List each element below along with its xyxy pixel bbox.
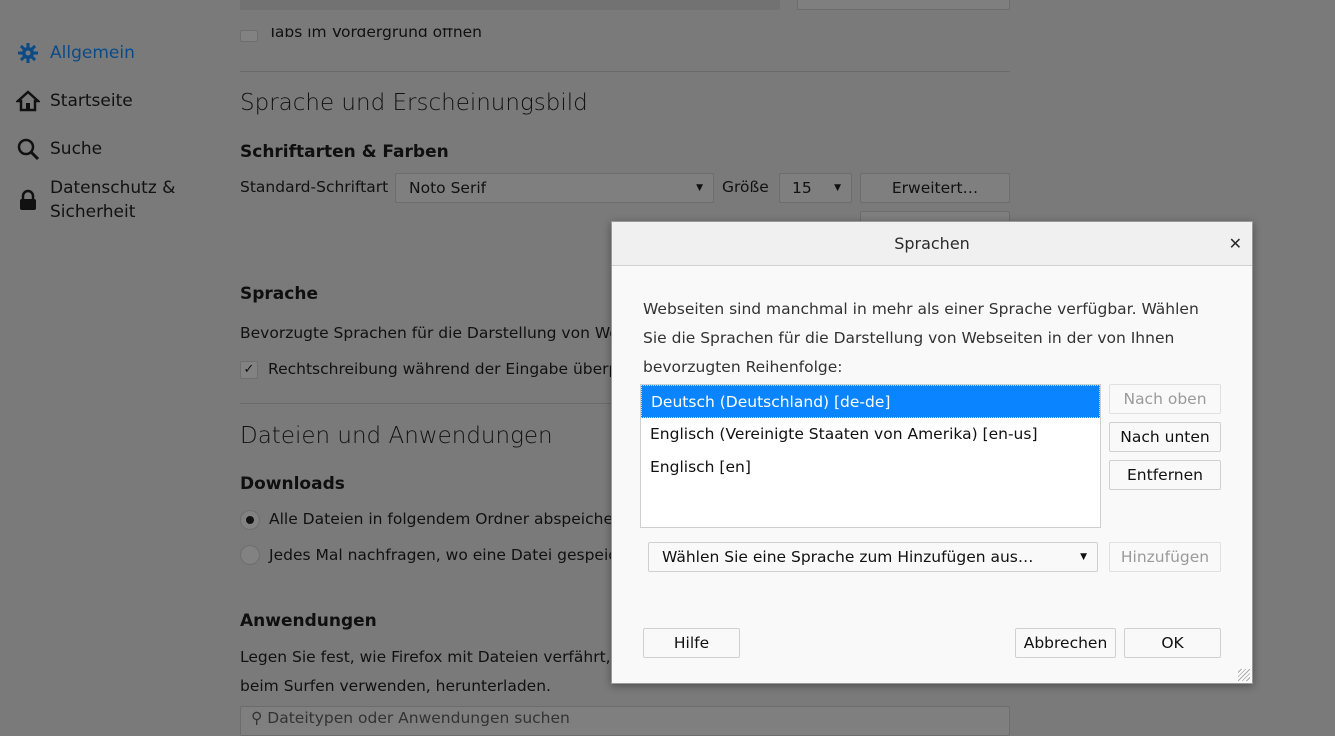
apps-heading: Anwendungen bbox=[240, 611, 377, 631]
default-font-label: Standard-Schriftart bbox=[240, 178, 389, 196]
default-font-select[interactable]: Noto Serif ▼ bbox=[395, 173, 714, 203]
resize-grip-icon[interactable] bbox=[1238, 669, 1250, 681]
size-label: Größe bbox=[722, 178, 769, 196]
dropdown-arrow-icon: ▼ bbox=[1080, 552, 1087, 562]
language-list[interactable]: Deutsch (Deutschland) [de-de] Englisch (… bbox=[640, 384, 1101, 528]
dropdown-arrow-icon: ▼ bbox=[696, 183, 703, 193]
divider bbox=[240, 71, 1010, 72]
apps-search-input[interactable]: ⚲ Dateitypen oder Anwendungen suchen bbox=[240, 706, 1010, 736]
language-item[interactable]: Englisch [en] bbox=[641, 451, 1100, 484]
fonts-heading: Schriftarten & Farben bbox=[240, 142, 449, 162]
sidebar-item-privacy[interactable]: Datenschutz & Sicherheit bbox=[16, 176, 175, 224]
spellcheck-label: Rechtschreibung während der Eingabe über… bbox=[268, 360, 660, 378]
sidebar-item-general[interactable]: Allgemein bbox=[16, 41, 135, 65]
dialog-description: Webseiten sind manchmal in mehr als eine… bbox=[643, 300, 1199, 376]
gear-icon bbox=[18, 43, 38, 63]
move-up-button[interactable]: Nach oben bbox=[1109, 384, 1221, 414]
add-button[interactable]: Hinzufügen bbox=[1109, 542, 1221, 572]
apps-search-placeholder: Dateitypen oder Anwendungen suchen bbox=[267, 709, 570, 727]
default-font-value: Noto Serif bbox=[409, 179, 487, 197]
cancel-button[interactable]: Abbrechen bbox=[1015, 628, 1116, 658]
section-title-language: Sprache und Erscheinungsbild bbox=[240, 90, 588, 116]
ask-radio[interactable] bbox=[240, 545, 260, 565]
ok-button[interactable]: OK bbox=[1124, 628, 1221, 658]
language-heading: Sprache bbox=[240, 284, 318, 304]
sidebar-item-search[interactable]: Suche bbox=[16, 137, 102, 161]
tabs-checkbox[interactable] bbox=[240, 30, 258, 42]
dialog-title: Sprachen bbox=[894, 234, 970, 253]
add-language-value: Wählen Sie eine Sprache zum Hinzufügen a… bbox=[662, 548, 1034, 566]
add-language-select[interactable]: Wählen Sie eine Sprache zum Hinzufügen a… bbox=[648, 542, 1098, 572]
dialog-header: Sprachen ✕ bbox=[612, 222, 1252, 266]
tabs-checkbox-label: Tabs im Vordergrund öffnen bbox=[268, 28, 483, 41]
close-icon[interactable]: ✕ bbox=[1229, 222, 1242, 265]
language-item[interactable]: Deutsch (Deutschland) [de-de] bbox=[641, 385, 1100, 418]
save-radio-label: Alle Dateien in folgendem Ordner abspeic… bbox=[269, 510, 629, 528]
language-item[interactable]: Englisch (Vereinigte Staaten von Amerika… bbox=[641, 418, 1100, 451]
languages-dialog: Sprachen ✕ Webseiten sind manchmal in meh… bbox=[611, 221, 1253, 684]
downloads-heading: Downloads bbox=[240, 474, 345, 494]
sidebar-item-home[interactable]: Startseite bbox=[16, 89, 133, 113]
apps-description: Legen Sie fest, wie Firefox mit Dateien … bbox=[240, 648, 668, 666]
truncated-row bbox=[240, 0, 780, 10]
move-down-button[interactable]: Nach unten bbox=[1109, 422, 1221, 452]
advanced-button[interactable]: Erweitert… bbox=[860, 173, 1010, 203]
save-radio[interactable] bbox=[240, 510, 260, 530]
section-title-files: Dateien und Anwendungen bbox=[240, 423, 553, 449]
sidebar-item-label: Startseite bbox=[50, 91, 133, 111]
lock-icon bbox=[20, 189, 36, 210]
sidebar-item-label-2: Sicherheit bbox=[50, 202, 136, 222]
sidebar-item-label: Datenschutz & bbox=[50, 178, 176, 198]
remove-button[interactable]: Entfernen bbox=[1109, 460, 1221, 490]
apps-description-2: beim Surfen verwenden, herunterladen. bbox=[240, 677, 551, 695]
dropdown-arrow-icon: ▼ bbox=[834, 183, 841, 193]
sidebar-item-label: Suche bbox=[50, 139, 103, 159]
help-button[interactable]: Hilfe bbox=[643, 628, 740, 658]
spellcheck-checkbox[interactable]: ✓ bbox=[240, 361, 258, 379]
sidebar-item-label: Allgemein bbox=[50, 43, 135, 63]
size-select[interactable]: 15 ▼ bbox=[779, 173, 852, 203]
size-value: 15 bbox=[792, 179, 812, 197]
home-icon bbox=[16, 90, 40, 112]
search-icon bbox=[17, 138, 40, 161]
truncated-button[interactable] bbox=[797, 0, 1010, 10]
